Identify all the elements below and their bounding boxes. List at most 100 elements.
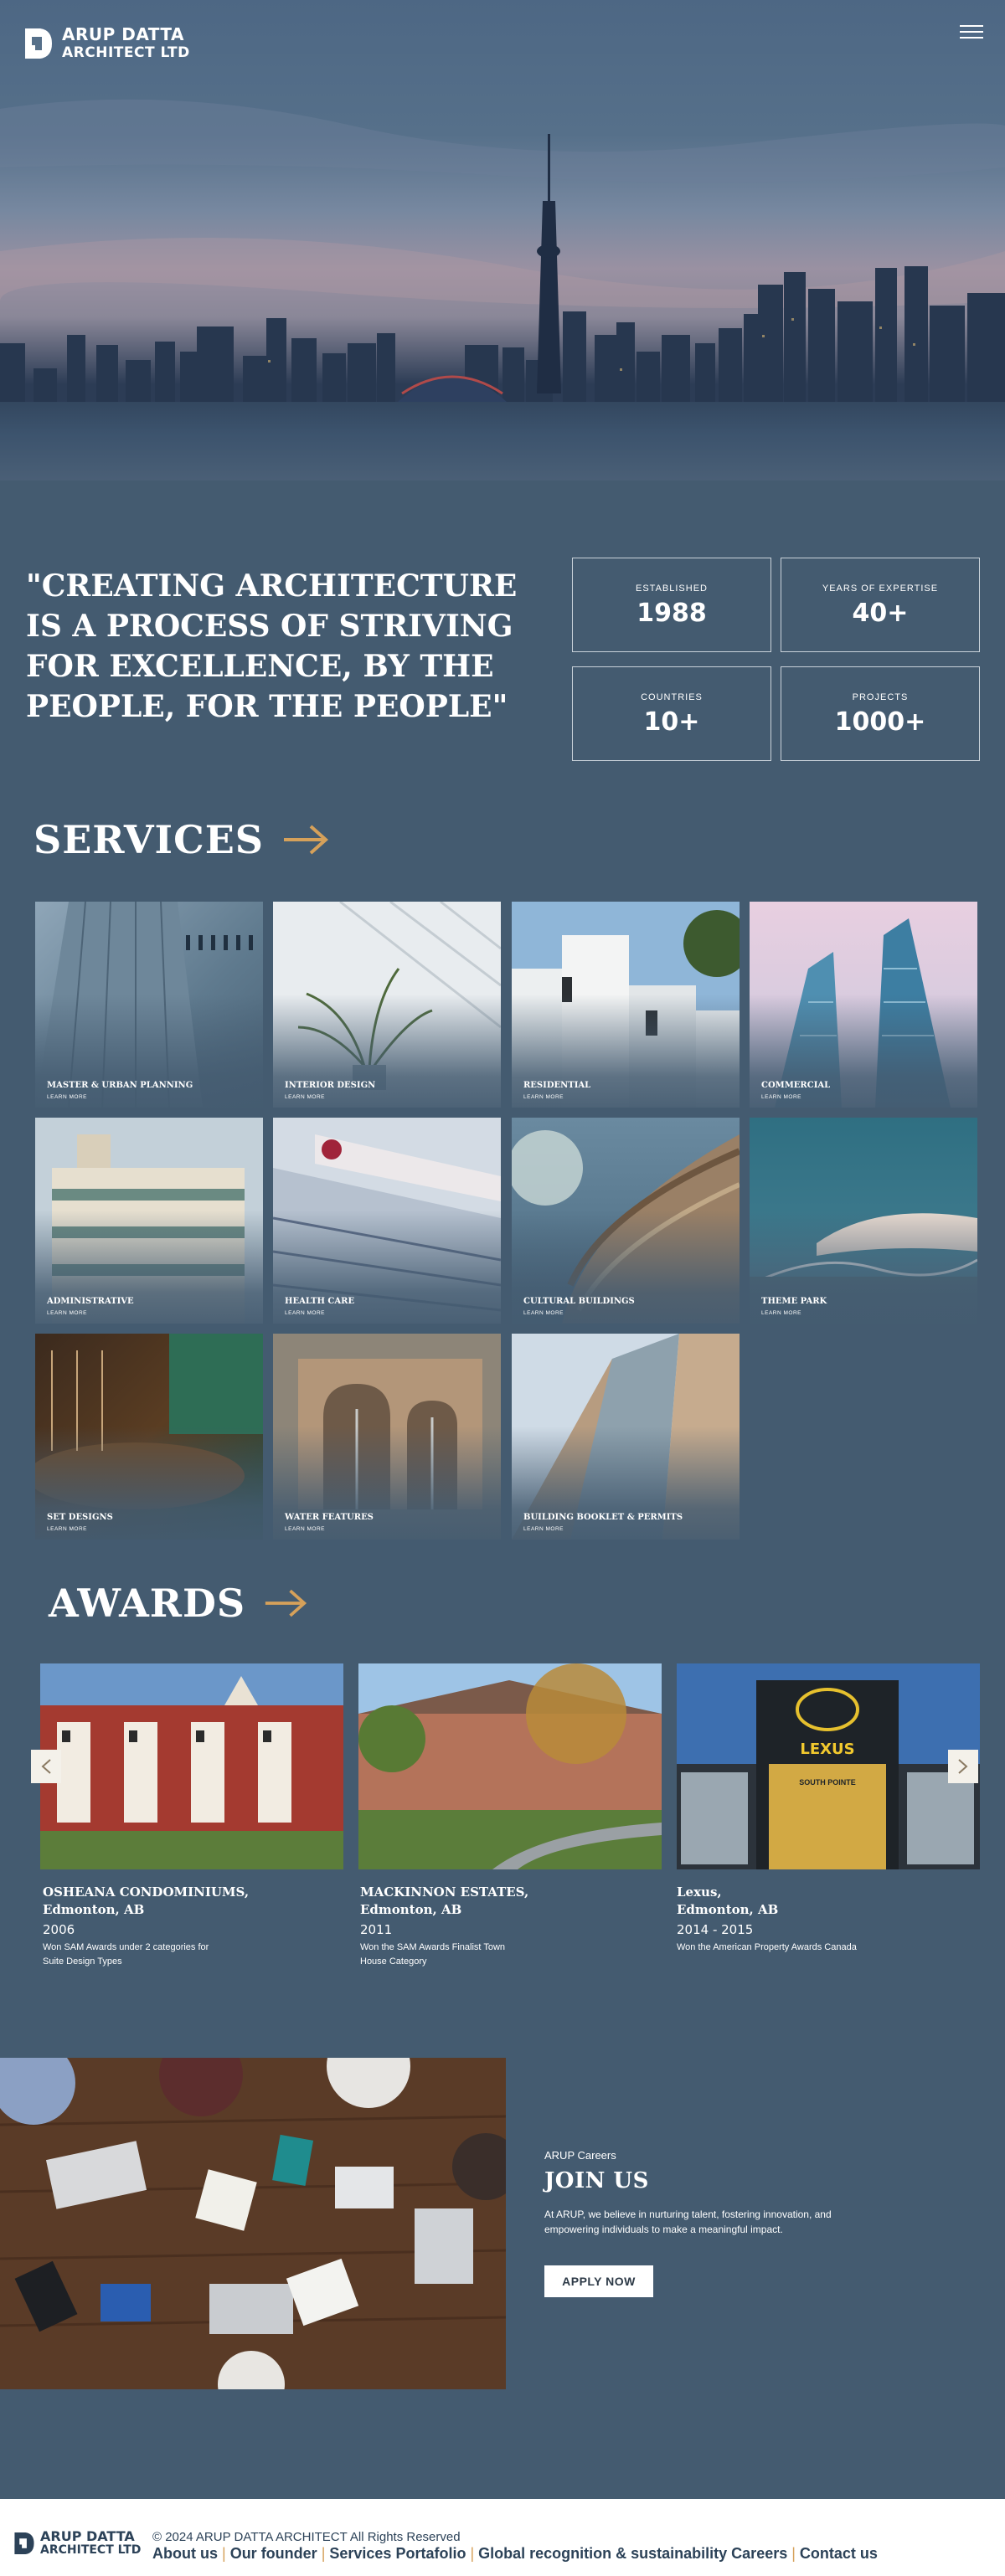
award-name: Lexus,: [677, 1884, 722, 1900]
award-desc-line: Won SAM Awards under 2 categories for: [43, 1942, 209, 1952]
service-tile-set-designs[interactable]: SET DESIGNS LEARN MORE: [35, 1334, 263, 1540]
footer-link-services[interactable]: Services Portafolio: [329, 2545, 466, 2562]
award-year: 2006: [43, 1922, 75, 1937]
hamburger-menu-icon[interactable]: [960, 25, 983, 40]
arrow-right-icon: [283, 825, 328, 855]
learn-more-link[interactable]: LEARN MORE: [285, 1526, 325, 1532]
separator: |: [470, 2545, 475, 2562]
carousel-next-button[interactable]: [948, 1750, 978, 1783]
award-name: OSHEANA CONDOMINIUMS,: [43, 1884, 250, 1900]
lexus-sign: LEXUS: [800, 1740, 855, 1758]
service-tile-water-features[interactable]: WATER FEATURES LEARN MORE: [273, 1334, 501, 1540]
careers-body-line: empowering individuals to make a meaning…: [544, 2224, 783, 2235]
service-tile-health-care[interactable]: HEALTH CARE LEARN MORE: [273, 1118, 501, 1324]
award-desc-line: Suite Design Types: [43, 1956, 122, 1967]
award-desc-line: Won the SAM Awards Finalist Town: [360, 1942, 506, 1952]
apply-now-button[interactable]: APPLY NOW: [544, 2265, 653, 2297]
learn-more-link[interactable]: LEARN MORE: [761, 1094, 801, 1100]
learn-more-link[interactable]: LEARN MORE: [761, 1310, 801, 1316]
stat-value: 10+: [643, 707, 700, 737]
footer-brand-line1: ARUP DATTA: [40, 2528, 135, 2544]
stat-label: PROJECTS: [852, 692, 909, 702]
water-area: [0, 402, 1005, 481]
learn-more-link[interactable]: LEARN MORE: [523, 1526, 564, 1532]
footer-link-founder[interactable]: Our founder: [230, 2545, 317, 2562]
learn-more-link[interactable]: LEARN MORE: [523, 1310, 564, 1316]
logo-mark-icon: [23, 27, 54, 60]
logo-mark-icon: [14, 2532, 34, 2554]
separator: |: [791, 2545, 796, 2562]
award-name: MACKINNON ESTATES,: [360, 1884, 529, 1900]
service-name: MASTER & URBAN PLANNING: [47, 1081, 193, 1090]
award-description: Won SAM Awards under 2 categories for Su…: [43, 1941, 209, 1969]
stat-years: YEARS OF EXPERTISE 40+: [781, 558, 980, 652]
services-heading-link[interactable]: SERVICES: [34, 817, 329, 862]
learn-more-link[interactable]: LEARN MORE: [285, 1310, 325, 1316]
awards-heading: AWARDS: [49, 1581, 246, 1626]
stat-label: COUNTRIES: [641, 692, 703, 702]
award-description: Won the American Property Awards Canada: [677, 1941, 857, 1955]
award-location: Edmonton, AB: [677, 1902, 779, 1917]
stat-established: ESTABLISHED 1988: [572, 558, 771, 652]
service-name: SET DESIGNS: [47, 1513, 113, 1522]
chevron-right-icon: [958, 1759, 968, 1774]
award-image-osheana[interactable]: [40, 1663, 343, 1869]
separator: |: [321, 2545, 326, 2562]
service-name: HEALTH CARE: [285, 1297, 355, 1306]
service-name: RESIDENTIAL: [523, 1081, 591, 1090]
service-name: WATER FEATURES: [285, 1513, 374, 1522]
site-footer: ARUP DATTA ARCHITECT LTD © 2024 ARUP DAT…: [0, 2499, 1005, 2576]
awards-heading-link[interactable]: AWARDS: [49, 1581, 307, 1626]
stat-projects: PROJECTS 1000+: [781, 666, 980, 761]
lexus-dealership-image: [677, 1680, 980, 1869]
brand-logo[interactable]: ARUP DATTA ARCHITECT LTD: [23, 25, 190, 62]
service-tile-administrative[interactable]: ADMINISTRATIVE LEARN MORE: [35, 1118, 263, 1324]
chevron-left-icon: [41, 1759, 51, 1774]
footer-link-about[interactable]: About us: [152, 2545, 218, 2562]
award-description: Won the SAM Awards Finalist Town House C…: [360, 1941, 505, 1969]
footer-nav: About us | Our founder | Services Portafolio…: [152, 2545, 878, 2563]
stat-label: YEARS OF EXPERTISE: [822, 584, 939, 594]
award-title: OSHEANA CONDOMINIUMS, Edmonton, AB: [43, 1884, 249, 1919]
careers-title: JOIN US: [544, 2168, 649, 2193]
award-desc-line: House Category: [360, 1956, 427, 1967]
footer-link-contact[interactable]: Contact us: [800, 2545, 878, 2562]
lexus-subsign: SOUTH POINTE: [799, 1778, 856, 1787]
condominium-image: [40, 1676, 343, 1869]
learn-more-link[interactable]: LEARN MORE: [285, 1094, 325, 1100]
careers-kicker: ARUP Careers: [544, 2149, 616, 2162]
copyright: © 2024 ARUP DATTA ARCHITECT All Rights R…: [152, 2530, 461, 2544]
service-name: COMMERCIAL: [761, 1081, 831, 1090]
team-meeting-image: [0, 2058, 506, 2389]
brand-line2: ARCHITECT LTD: [62, 44, 190, 61]
stat-countries: COUNTRIES 10+: [572, 666, 771, 761]
footer-logo[interactable]: ARUP DATTA ARCHITECT LTD: [13, 2529, 141, 2558]
stat-value: 40+: [852, 599, 909, 628]
service-tile-residential[interactable]: RESIDENTIAL LEARN MORE: [512, 902, 740, 1108]
learn-more-link[interactable]: LEARN MORE: [523, 1094, 564, 1100]
learn-more-link[interactable]: LEARN MORE: [47, 1526, 87, 1532]
stat-value: 1000+: [834, 707, 926, 737]
service-name: THEME PARK: [761, 1297, 827, 1306]
stat-value: 1988: [636, 599, 707, 628]
service-tile-master-urban-planning[interactable]: MASTER & URBAN PLANNING LEARN MORE: [35, 902, 263, 1108]
service-tile-cultural-buildings[interactable]: CULTURAL BUILDINGS LEARN MORE: [512, 1118, 740, 1324]
service-tile-building-booklet[interactable]: BUILDING BOOKLET & PERMITS LEARN MORE: [512, 1334, 740, 1540]
desk-workspace-illustration: [0, 2058, 506, 2389]
service-tile-commercial[interactable]: COMMERCIAL LEARN MORE: [750, 902, 977, 1108]
service-tile-theme-park[interactable]: THEME PARK LEARN MORE: [750, 1118, 977, 1324]
stat-label: ESTABLISHED: [636, 584, 708, 594]
service-tile-interior-design[interactable]: INTERIOR DESIGN LEARN MORE: [273, 902, 501, 1108]
hero-banner: [0, 0, 1005, 481]
learn-more-link[interactable]: LEARN MORE: [47, 1310, 87, 1316]
award-desc-line: Won the American Property Awards Canada: [677, 1942, 857, 1952]
service-name: ADMINISTRATIVE: [47, 1297, 134, 1306]
brand-line1: ARUP DATTA: [62, 24, 184, 44]
careers-body-line: At ARUP, we believe in nurturing talent,…: [544, 2208, 832, 2220]
footer-link-recognition[interactable]: Global recognition & sustainability Care…: [478, 2545, 787, 2562]
carousel-prev-button[interactable]: [31, 1750, 61, 1783]
award-location: Edmonton, AB: [360, 1902, 462, 1917]
award-image-mackinnon[interactable]: [358, 1663, 662, 1869]
learn-more-link[interactable]: LEARN MORE: [47, 1094, 87, 1100]
award-image-lexus[interactable]: LEXUS SOUTH POINTE: [677, 1663, 980, 1869]
